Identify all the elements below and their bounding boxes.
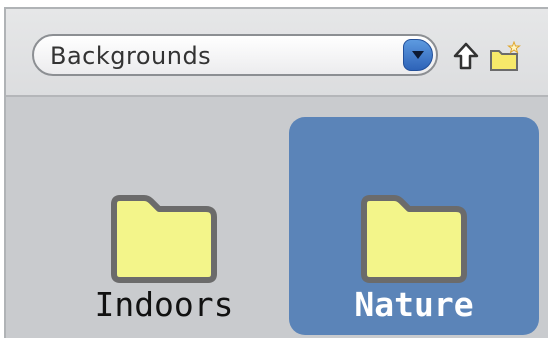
new-folder-button[interactable]: [488, 40, 521, 73]
folder-icon: [111, 195, 217, 283]
folder-icon: [361, 195, 467, 283]
toolbar: Backgrounds: [6, 9, 548, 97]
folder-label: Indoors: [94, 285, 234, 324]
up-folder-button[interactable]: [450, 41, 482, 73]
folder-grid: Indoors Nature: [6, 97, 548, 338]
folder-item-nature[interactable]: Nature: [289, 117, 539, 335]
dropdown-arrow-button[interactable]: [403, 39, 433, 71]
file-browser-window: Backgrounds Indoors Nature: [4, 7, 548, 338]
up-arrow-icon: [453, 42, 479, 70]
folder-label: Nature: [354, 285, 474, 324]
new-folder-icon: [490, 40, 521, 71]
folder-dropdown[interactable]: Backgrounds: [32, 34, 438, 76]
chevron-down-icon: [412, 51, 424, 59]
folder-dropdown-label: Backgrounds: [50, 42, 212, 70]
folder-item-indoors[interactable]: Indoors: [39, 117, 289, 335]
